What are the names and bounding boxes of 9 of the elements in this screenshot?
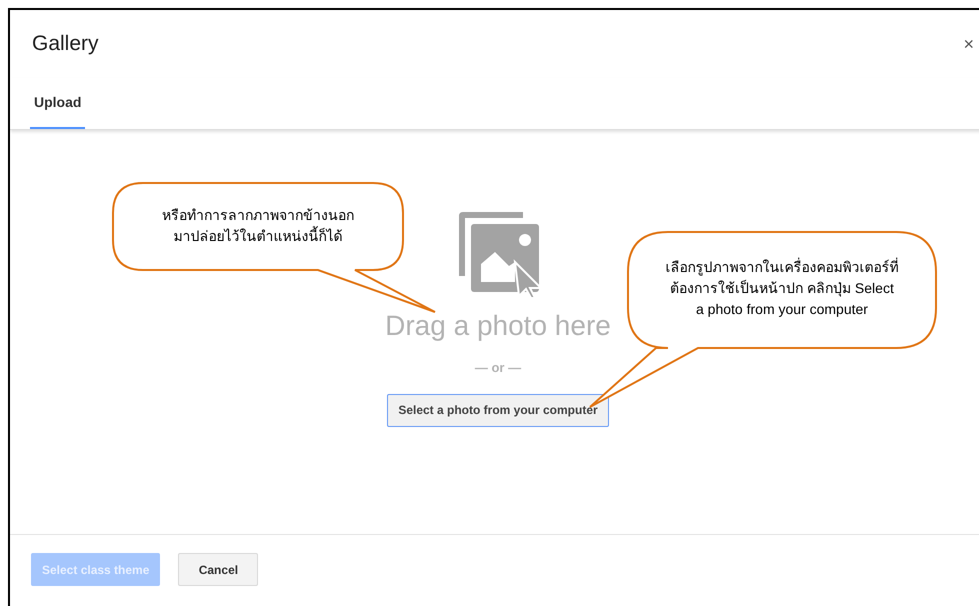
tab[interactable]: Upload	[30, 78, 86, 129]
close-button[interactable]: ×	[959, 30, 978, 58]
callout-text: เลือกรูปภาพจากในเครื่องคอมพิวเตอร์ที่ ต้องการใช้เป็นหน้าปก คลิกปุ่ม Select a photo from your computer	[664, 257, 900, 319]
callout-text: หรือทำการลากภาพจากข้างนอก มาปล่อยไว้ในตำแหน่งนี้ก็ได้	[161, 206, 355, 246]
cancel-button[interactable]: Cancel	[178, 553, 258, 586]
dialog-title: Gallery	[32, 31, 99, 58]
drag-prompt: Drag a photo here	[385, 309, 611, 343]
separator-text: — or —	[474, 359, 522, 377]
select-photo-button[interactable]: Select a photo from your computer	[387, 394, 609, 426]
